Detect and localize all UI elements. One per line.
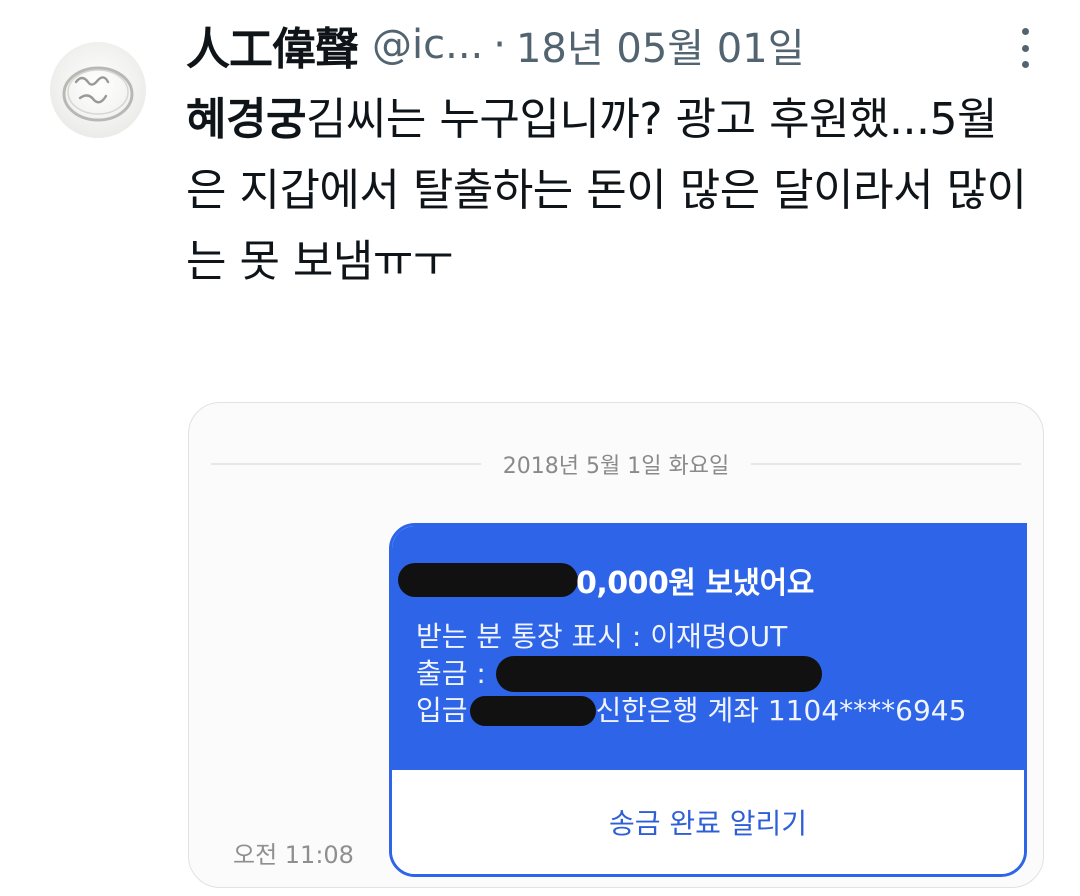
deposit-account: 신한은행 계좌 1104****6945 [595, 694, 967, 727]
tweet-date[interactable]: 18년 05월 01일 [516, 16, 805, 74]
tweet-media-image[interactable]: 2018년 5월 1일 화요일 오전 11:08 0,000원 보냈어요 받는 … [188, 402, 1044, 888]
transfer-details-panel: 0,000원 보냈어요 받는 분 통장 표시 : 이재명OUT 출금 : 입금 … [392, 526, 1024, 770]
redaction-bar [398, 563, 578, 597]
tweet-text-bold: 혜경궁 [186, 94, 306, 145]
separator-dot: · [493, 22, 506, 68]
withdraw-label: 출금 : [416, 657, 486, 690]
display-name[interactable]: 人工偉聲 [186, 13, 359, 77]
chat-date-separator: 2018년 5월 1일 화요일 [211, 449, 1021, 479]
notify-transfer-label: 송금 완료 알리기 [608, 807, 808, 840]
withdraw-line: 출금 : [416, 655, 966, 692]
transfer-details: 받는 분 통장 표시 : 이재명OUT 출금 : 입금 신한은행 계좌 1104… [416, 618, 966, 729]
transfer-amount: 0,000원 보냈어요 [576, 566, 814, 601]
chat-date-label: 2018년 5월 1일 화요일 [502, 454, 730, 479]
tweet-text-body: 김씨는 누구입니까? 광고 후원했...5월은 지갑에서 탈출하는 돈이 많은 … [186, 94, 1027, 287]
divider [751, 463, 1021, 465]
avatar[interactable] [50, 42, 146, 138]
deposit-line: 입금 신한은행 계좌 1104****6945 [416, 692, 966, 729]
recipient-line: 받는 분 통장 표시 : 이재명OUT [416, 620, 788, 653]
user-handle[interactable]: @ic... [372, 22, 483, 68]
amount-row: 0,000원 보냈어요 [398, 558, 814, 602]
notify-transfer-button[interactable]: 송금 완료 알리기 [392, 770, 1024, 874]
ring-photo-icon [62, 66, 134, 122]
redaction-bar [469, 695, 596, 726]
divider [211, 463, 481, 465]
redaction-bar [495, 655, 822, 692]
message-time: 오전 11:08 [233, 841, 354, 869]
tweet-text: 혜경궁김씨는 누구입니까? 광고 후원했...5월은 지갑에서 탈출하는 돈이 … [186, 84, 1036, 297]
deposit-label: 입금 [416, 694, 468, 727]
more-options-icon[interactable] [1020, 28, 1030, 68]
tweet-header: 人工偉聲 @ic... · 18년 05월 01일 [186, 14, 1060, 76]
transfer-message-bubble: 0,000원 보냈어요 받는 분 통장 표시 : 이재명OUT 출금 : 입금 … [389, 523, 1027, 877]
